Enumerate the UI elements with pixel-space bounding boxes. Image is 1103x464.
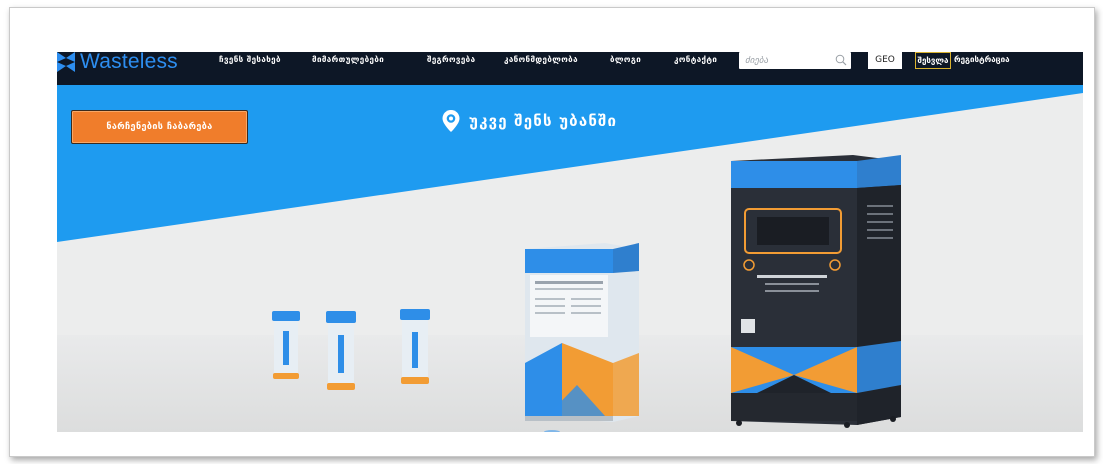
nav-contact[interactable]: კონტაქტი (674, 55, 717, 64)
hero-title-text: უკვე შენს უბანში (469, 112, 618, 130)
nav-blog[interactable]: ბლოგი (610, 55, 641, 64)
electronics-collection-box (525, 243, 639, 422)
search-icon[interactable] (835, 54, 847, 66)
top-navbar: Wasteless ჩვენს შესახებ მიმართულებები შე… (57, 52, 1083, 85)
nav-about[interactable]: ჩვენს შესახებ (219, 55, 281, 64)
register-link[interactable]: რეგისტრაცია (954, 55, 1010, 64)
location-pin-icon (442, 110, 460, 132)
screenshot-frame: Wasteless ჩვენს შესახებ მიმართულებები შე… (9, 7, 1095, 457)
hero-title: უკვე შენს უბანში (442, 109, 617, 133)
nav-legislation[interactable]: კანონმდებლობა (504, 55, 578, 64)
e-waste-vending-machine (731, 155, 901, 428)
wasteless-logo-icon (57, 52, 75, 72)
brand-name: Wasteless (80, 52, 178, 73)
nav-directions[interactable]: მიმართულებები (312, 55, 384, 64)
battery-bin-2 (326, 311, 356, 390)
brand-logo[interactable]: Wasteless (57, 52, 178, 75)
login-button[interactable]: შესვლა (915, 52, 951, 69)
website: Wasteless ჩვენს შესახებ მიმართულებები შე… (57, 52, 1083, 432)
language-selector[interactable]: GEO (868, 52, 902, 69)
search-box (739, 52, 851, 69)
battery-bin-3 (400, 309, 430, 384)
search-input[interactable] (739, 52, 829, 69)
submit-waste-button[interactable]: ნარჩენების ჩაბარება (71, 110, 248, 144)
battery-bin-1 (272, 311, 300, 379)
nav-collection[interactable]: შეგროვება (427, 55, 475, 64)
